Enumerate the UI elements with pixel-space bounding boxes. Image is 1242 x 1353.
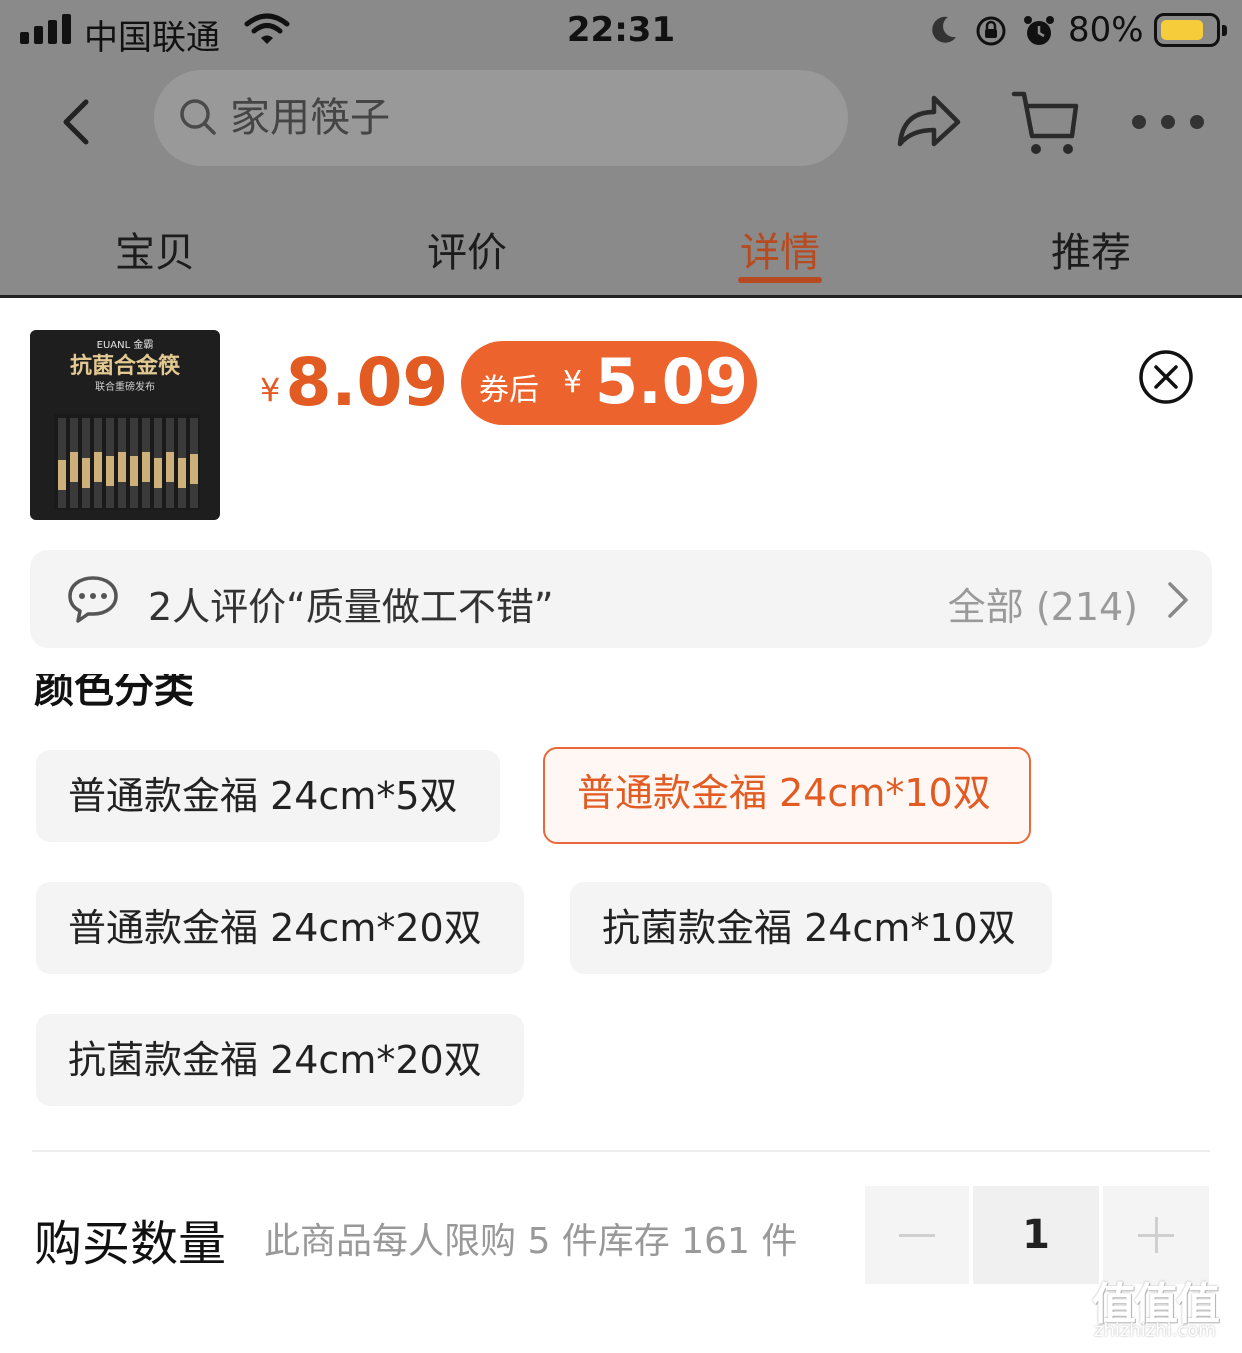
chevron-right-icon	[1168, 582, 1188, 618]
search-icon	[180, 99, 216, 135]
product-thumbnail[interactable]: EUANL 金霸 抗菌合金筷 联合重磅发布	[30, 330, 220, 520]
coupon-price: 5.09	[595, 345, 748, 418]
tab-recommend[interactable]: 推荐	[1011, 220, 1171, 278]
tab-item[interactable]: 宝贝	[75, 220, 235, 278]
active-tab-indicator	[738, 277, 822, 283]
sku-option[interactable]: 普通款金福 24cm*20双	[36, 882, 524, 974]
status-bar: 中国联通 22:31 80%	[0, 0, 1242, 62]
alarm-icon	[1024, 16, 1054, 45]
decrement-button[interactable]	[865, 1186, 969, 1284]
watermark-logo: 值值值 zhizhizhi.com	[1092, 1268, 1238, 1350]
moon-icon	[932, 16, 956, 43]
coupon-currency: ¥	[563, 365, 583, 400]
sku-option[interactable]: 抗菌款金福 24cm*20双	[36, 1014, 524, 1106]
all-reviews-link[interactable]: 全部 (214)	[948, 576, 1138, 631]
sku-section-title: 颜色分类	[34, 674, 334, 708]
search-bar[interactable]	[154, 70, 848, 166]
sku-option[interactable]: 普通款金福 24cm*5双	[36, 750, 500, 842]
thumb-subtitle: 联合重磅发布	[95, 382, 155, 393]
share-icon[interactable]	[892, 86, 964, 156]
rotation-lock-icon	[976, 16, 1006, 46]
tab-details[interactable]: 详情	[700, 220, 860, 278]
review-summary-bar[interactable]: 2人评价“质量做工不错” 全部 (214)	[30, 550, 1212, 648]
sku-sheet: EUANL 金霸 抗菌合金筷 联合重磅发布 ¥ 8.09 券后 ¥ 5.09 2…	[0, 298, 1242, 1353]
review-summary-text: 2人评价“质量做工不错”	[148, 585, 554, 629]
sku-option-selected[interactable]: 普通款金福 24cm*10双	[543, 747, 1031, 844]
comment-icon	[68, 576, 118, 623]
watermark-domain: zhizhizhi.com	[1094, 1320, 1216, 1341]
coupon-price-badge: 券后 ¥ 5.09	[461, 341, 757, 425]
search-input[interactable]	[230, 88, 790, 148]
back-icon[interactable]	[52, 92, 102, 152]
price-amount: 8.09	[285, 344, 449, 421]
sku-option[interactable]: 抗菌款金福 24cm*10双	[570, 882, 1052, 974]
more-icon[interactable]	[1132, 102, 1204, 142]
price-currency: ¥	[260, 371, 281, 409]
chopsticks-image	[54, 414, 200, 510]
tab-bar: 宝贝 评价 详情 推荐	[0, 210, 1242, 298]
tab-reviews[interactable]: 评价	[387, 220, 547, 278]
dimmed-page-header: 中国联通 22:31 80% 家用筷子 宝贝 评价 详情 推荐	[0, 0, 1242, 298]
price: ¥ 8.09	[260, 344, 448, 421]
nav-bar	[0, 62, 1242, 182]
divider	[32, 1150, 1210, 1152]
battery-percent: 80%	[1068, 10, 1144, 50]
battery-icon	[1154, 13, 1227, 47]
quantity-value[interactable]: 1	[973, 1186, 1099, 1284]
close-icon[interactable]	[1138, 349, 1194, 405]
quantity-limit-note: 此商品每人限购 5 件库存 161 件	[264, 1221, 798, 1262]
thumb-title: 抗菌合金筷	[69, 354, 180, 379]
quantity-label: 购买数量	[34, 1216, 227, 1272]
coupon-label: 券后	[479, 373, 539, 408]
sku-section-title-text: 颜色分类	[34, 674, 194, 708]
cart-icon[interactable]	[1010, 86, 1082, 158]
